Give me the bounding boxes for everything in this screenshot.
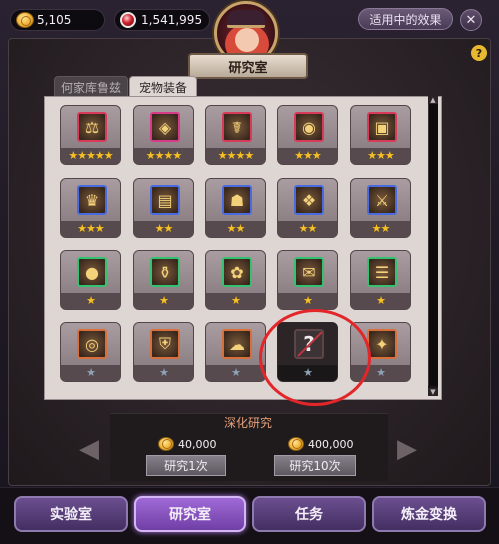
scroll-icon: ✉ bbox=[294, 257, 324, 287]
nav-quests[interactable]: 任务 bbox=[252, 496, 366, 532]
cost-ten: 400,000 bbox=[288, 436, 354, 452]
bear-icon: ☁ bbox=[222, 329, 252, 359]
spellbook-icon: ▤ bbox=[150, 185, 180, 215]
potion-icon: ⚱ bbox=[150, 257, 180, 287]
star-rating: ★★★★ bbox=[145, 149, 182, 162]
nav-research-room[interactable]: 研究室 bbox=[134, 496, 246, 532]
highlight-circle bbox=[259, 309, 371, 406]
gold-counter: 5,105 bbox=[10, 9, 105, 31]
star-rating: ★★★★★ bbox=[68, 149, 113, 162]
next-arrow-icon[interactable]: ▶ bbox=[396, 434, 418, 464]
help-icon[interactable]: ? bbox=[471, 45, 487, 61]
star-rating: ★ bbox=[159, 294, 169, 307]
cost-ten-amount: 400,000 bbox=[308, 437, 354, 451]
portrait-hat bbox=[227, 10, 265, 28]
gem-counter: 1,541,995 bbox=[114, 9, 210, 31]
pendant-icon: ◈ bbox=[150, 112, 180, 142]
star-rating: ★ bbox=[231, 366, 241, 379]
star-rating: ★★ bbox=[298, 222, 318, 235]
equipment-slot[interactable]: ☗ ★★ bbox=[205, 178, 266, 238]
star-rating: ★★★ bbox=[77, 222, 105, 235]
equipment-slot[interactable]: ◈ ★★★★ bbox=[133, 105, 194, 165]
star-rating: ★★★ bbox=[367, 149, 395, 162]
orb-icon: ● bbox=[77, 257, 107, 287]
equipment-slot[interactable]: ✉ ★ bbox=[277, 250, 338, 310]
wing-icon: ❖ bbox=[294, 185, 324, 215]
gold-coin-icon bbox=[16, 12, 34, 28]
nav-laboratory[interactable]: 实验室 bbox=[14, 496, 128, 532]
star-rating: ★★ bbox=[154, 222, 174, 235]
equipment-slot[interactable]: ⚱ ★ bbox=[133, 250, 194, 310]
star-rating: ★★★ bbox=[294, 149, 322, 162]
equipment-slot[interactable]: ● ★ bbox=[60, 250, 121, 310]
tab-pet-equipment[interactable]: 宠物装备 bbox=[129, 76, 197, 98]
page-title: 研究室 bbox=[188, 53, 308, 79]
gold-coin-icon bbox=[158, 437, 174, 451]
gold-coin-icon bbox=[288, 437, 304, 451]
armor-icon: ⛨ bbox=[150, 329, 180, 359]
ghost-icon: ☗ bbox=[222, 185, 252, 215]
paper-icon: ☰ bbox=[367, 257, 397, 287]
cost-single-amount: 40,000 bbox=[178, 437, 217, 451]
caduceus-icon: ☤ bbox=[222, 112, 252, 142]
equipment-slot[interactable]: ◉ ★★★ bbox=[277, 105, 338, 165]
crown-icon: ♛ bbox=[77, 185, 107, 215]
nav-alchemy[interactable]: 炼金变换 bbox=[372, 496, 486, 532]
equipment-slot[interactable]: ☰ ★ bbox=[350, 250, 411, 310]
flower-icon: ✿ bbox=[222, 257, 252, 287]
research-ten-button[interactable]: 研究10次 bbox=[274, 455, 356, 476]
ring-icon: ◎ bbox=[77, 329, 107, 359]
research-title: 深化研究 bbox=[223, 416, 272, 430]
equipment-slot[interactable]: ♛ ★★★ bbox=[60, 178, 121, 238]
star-rating: ★ bbox=[231, 294, 241, 307]
star-rating: ★ bbox=[303, 294, 313, 307]
star-rating: ★★ bbox=[226, 222, 246, 235]
sword-icon: ⚔ bbox=[367, 185, 397, 215]
wand-icon: ✦ bbox=[367, 329, 397, 359]
chest-icon: ▣ bbox=[367, 112, 397, 142]
equipment-slot[interactable]: ✿ ★ bbox=[205, 250, 266, 310]
equipment-slot[interactable]: ❖ ★★ bbox=[277, 178, 338, 238]
equipment-slot[interactable]: ☁ ★ bbox=[205, 322, 266, 382]
star-rating: ★ bbox=[86, 366, 96, 379]
equipment-slot[interactable]: ⚖ ★★★★★ bbox=[60, 105, 121, 165]
scrollbar-thumb[interactable] bbox=[428, 104, 438, 386]
scroll-down-icon[interactable]: ▼ bbox=[428, 388, 438, 396]
active-effects-button[interactable]: 适用中的效果 bbox=[358, 8, 453, 30]
gem-amount: 1,541,995 bbox=[141, 13, 203, 27]
portrait-face bbox=[235, 28, 259, 52]
star-rating: ★ bbox=[376, 294, 386, 307]
gem-icon bbox=[120, 12, 136, 28]
equipment-slot[interactable]: ⚔ ★★ bbox=[350, 178, 411, 238]
close-button[interactable]: ✕ bbox=[460, 9, 482, 31]
research-once-button[interactable]: 研究1次 bbox=[146, 455, 226, 476]
equipment-slot[interactable]: ▤ ★★ bbox=[133, 178, 194, 238]
equipment-slot[interactable]: ☤ ★★★★ bbox=[205, 105, 266, 165]
cost-single: 40,000 bbox=[158, 436, 217, 452]
star-rating: ★ bbox=[86, 294, 96, 307]
close-icon: ✕ bbox=[465, 12, 477, 28]
scroll-up-icon[interactable]: ▲ bbox=[428, 96, 438, 104]
equipment-slot[interactable]: ⛨ ★ bbox=[133, 322, 194, 382]
star-rating: ★★★★ bbox=[217, 149, 254, 162]
gold-amount: 5,105 bbox=[37, 13, 72, 27]
equipment-slot[interactable]: ◎ ★ bbox=[60, 322, 121, 382]
tab-hegakurudz[interactable]: 何家库鲁兹 bbox=[54, 76, 128, 98]
scales-icon: ⚖ bbox=[77, 112, 107, 142]
medal-icon: ◉ bbox=[294, 112, 324, 142]
prev-arrow-icon[interactable]: ◀ bbox=[78, 434, 100, 464]
star-rating: ★★ bbox=[371, 222, 391, 235]
star-rating: ★ bbox=[159, 366, 169, 379]
equipment-slot[interactable]: ▣ ★★★ bbox=[350, 105, 411, 165]
